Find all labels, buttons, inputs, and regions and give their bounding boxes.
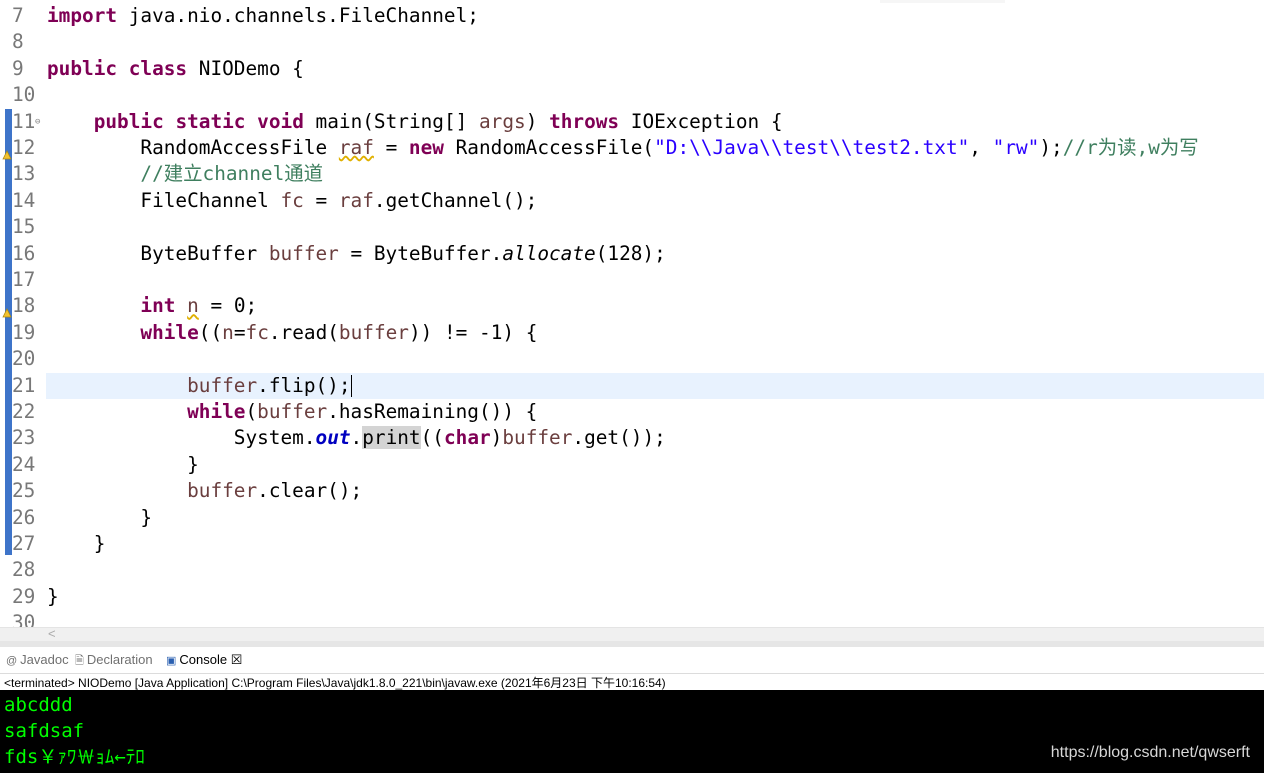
code-text: System.out.print((char)buffer.get()); [47, 426, 666, 450]
code-text: } [47, 505, 153, 529]
line-number: 29 [12, 584, 36, 608]
line-number: 22 [12, 400, 36, 423]
fold-toggle-icon[interactable]: ⊖ [35, 109, 40, 135]
code-text: int n = 0; [140, 294, 258, 318]
code-text: while((n=fc.read(buffer)) != -1) { [140, 320, 538, 344]
console-line: abcddd [4, 694, 73, 716]
code-line[interactable]: 14 FileChannel fc = raf.getChannel(); [0, 188, 1264, 214]
code-text: public class NIODemo { [47, 56, 304, 80]
console-icon: ▣ [166, 655, 177, 667]
code-line[interactable]: 20 [0, 346, 1264, 372]
bottom-panel-tabs: @ Javadoc 🗎 Declaration ▣ Console ☒ [0, 647, 1264, 674]
line-number: 20 [12, 347, 36, 371]
console-line: safdsaf [4, 720, 85, 742]
code-line[interactable]: 19 while((n=fc.read(buffer)) != -1) { [0, 320, 1264, 346]
code-line[interactable]: 17 [0, 267, 1264, 293]
line-number: 9 [12, 56, 24, 80]
code-text: import java.nio.channels.FileChannel; [47, 4, 479, 27]
line-number: 26 [12, 505, 36, 529]
code-line[interactable]: 29} [0, 584, 1264, 610]
code-line[interactable]: 11 ⊖ public static void main(String[] arg… [0, 109, 1264, 135]
code-text: while(buffer.hasRemaining()) { [187, 400, 538, 423]
tab-declaration[interactable]: 🗎 Declaration [75, 652, 153, 671]
code-text: } [47, 452, 199, 476]
line-number: 16 [12, 241, 36, 265]
warning-icon[interactable] [2, 299, 12, 318]
console-line: fds￥ｧﾜ￦ｮﾑ←ﾃﾛ [4, 746, 145, 768]
code-text: FileChannel fc = raf.getChannel(); [47, 188, 538, 212]
line-number: 17 [12, 268, 36, 291]
line-number: 19 [12, 320, 36, 344]
code-text: } [47, 584, 59, 608]
text-caret [350, 375, 352, 398]
line-number: 25 [12, 479, 36, 503]
code-line[interactable]: 27 } [0, 531, 1264, 557]
code-line[interactable]: 26 } [0, 505, 1264, 531]
tab-console[interactable]: ▣ Console ☒ [166, 652, 242, 668]
line-number: 8 [12, 30, 24, 54]
code-line[interactable]: 12 RandomAccessFile raf = new RandomAcce… [0, 135, 1264, 161]
line-number: 12 [12, 136, 36, 159]
code-line[interactable]: 24 } [0, 452, 1264, 478]
code-line[interactable]: 13 //建立channel通道 [0, 161, 1264, 187]
code-line[interactable]: 28 [0, 557, 1264, 583]
line-number: 13 [12, 162, 36, 186]
line-number: 14 [12, 188, 36, 212]
code-text: public static void main(String[] args) t… [93, 109, 783, 133]
line-number: 28 [12, 558, 36, 582]
code-line[interactable]: 9 public class NIODemo { [0, 56, 1264, 82]
line-number: 27 [12, 532, 36, 555]
line-number: 7 [12, 4, 24, 27]
horizontal-scrollbar[interactable]: < [0, 626, 1264, 642]
code-editor[interactable]: 7 import java.nio.channels.FileChannel; 8 9… [0, 0, 1264, 640]
warning-icon[interactable] [2, 141, 12, 160]
code-text: buffer.clear(); [187, 479, 363, 503]
code-line[interactable]: 8 [0, 29, 1264, 55]
code-text: RandomAccessFile raf = new RandomAccessF… [47, 136, 1199, 159]
line-number: 21 [12, 373, 36, 397]
line-number: 24 [12, 452, 36, 476]
at-icon: @ [6, 655, 18, 667]
code-line[interactable]: 10 [0, 82, 1264, 108]
console-status-line: <terminated> NIODemo [Java Application] … [4, 676, 666, 690]
code-text: //建立channel通道 [140, 162, 324, 186]
code-line[interactable]: 23 System.out.print((char)buffer.get()); [0, 425, 1264, 451]
code-line[interactable]: 18 int n = 0; [0, 293, 1264, 319]
line-number: 10 [12, 83, 36, 107]
code-text: } [47, 532, 106, 555]
line-number: 15 [12, 215, 36, 239]
code-line[interactable]: 7 import java.nio.channels.FileChannel; [0, 3, 1264, 29]
watermark: https://blog.csdn.net/qwserft [1050, 744, 1250, 761]
line-number: 23 [12, 426, 36, 450]
code-text: ByteBuffer buffer = ByteBuffer.allocate(… [47, 241, 666, 265]
code-line[interactable]: 15 [0, 214, 1264, 240]
tab-javadoc[interactable]: @ Javadoc [6, 652, 69, 667]
code-line[interactable]: 25 buffer.clear(); [0, 478, 1264, 504]
code-text: buffer.flip(); [187, 373, 352, 398]
scroll-left-icon[interactable]: < [48, 626, 56, 641]
declaration-icon: 🗎 [75, 655, 84, 667]
code-line[interactable]: 22 while(buffer.hasRemaining()) { [0, 399, 1264, 425]
line-number: 18 [12, 294, 36, 318]
code-line[interactable]: 21 buffer.flip(); [12, 372, 1264, 399]
code-line[interactable]: 16 ByteBuffer buffer = ByteBuffer.alloca… [0, 241, 1264, 267]
